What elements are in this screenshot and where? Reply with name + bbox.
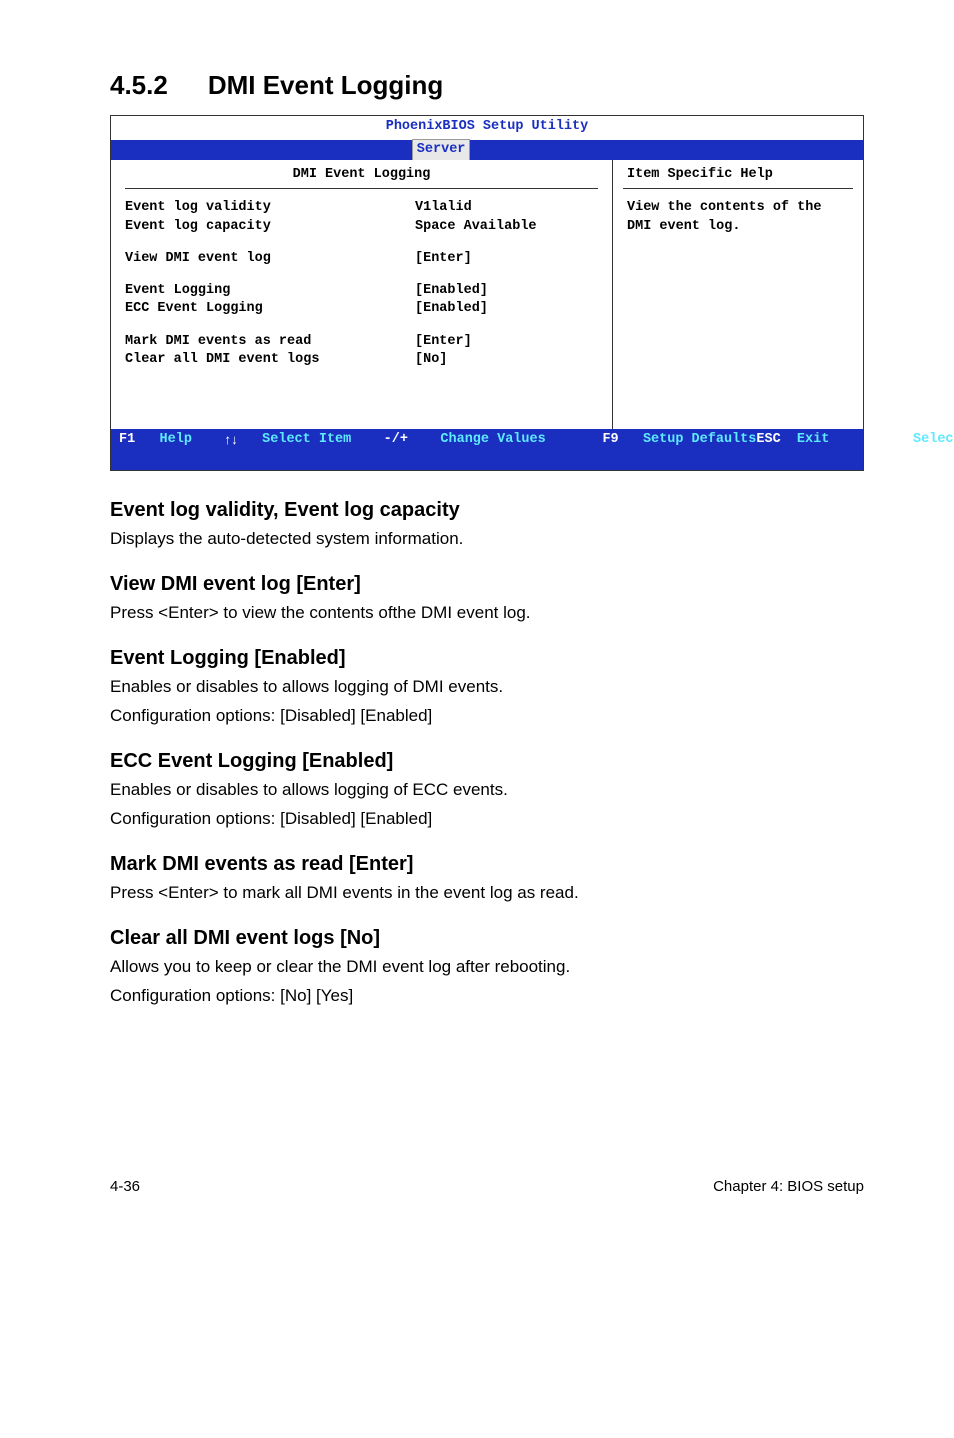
body-text: Configuration options: [No] [Yes] xyxy=(110,985,864,1008)
bios-row[interactable]: View DMI event log [Enter] xyxy=(125,250,598,268)
body-text: Enables or disables to allows logging of… xyxy=(110,676,864,699)
bios-label: Event Logging xyxy=(125,282,415,300)
key-exit: Exit xyxy=(797,431,829,467)
bios-row: Event log validity V1lalid xyxy=(125,199,598,217)
body-text: Configuration options: [Disabled] [Enabl… xyxy=(110,808,864,831)
key-help: Help xyxy=(160,431,192,467)
bios-tab-bar: Server xyxy=(111,140,863,160)
bios-help-panel: Item Specific Help View the contents of … xyxy=(613,160,863,429)
page-footer: 4-36 Chapter 4: BIOS setup xyxy=(110,1178,864,1195)
subheading: Event log validity, Event log capacity xyxy=(110,499,864,522)
page-number: 4-36 xyxy=(110,1178,140,1195)
arrow-updown-icon: ↑↓ xyxy=(224,431,238,467)
body-text: Press <Enter> to view the contents ofthe… xyxy=(110,602,864,625)
bios-tab-server[interactable]: Server xyxy=(412,139,471,160)
key-setup-defaults: Setup Defaults xyxy=(643,431,756,467)
key-change-values: Change Values xyxy=(440,431,545,467)
bios-label: ECC Event Logging xyxy=(125,300,415,318)
body-text: Press <Enter> to mark all DMI events in … xyxy=(110,882,864,905)
bios-help-text: View the contents of the DMI event log. xyxy=(623,199,853,235)
key-esc: ESC xyxy=(756,431,780,467)
bios-value: V1lalid xyxy=(415,199,598,217)
bios-label: Mark DMI events as read xyxy=(125,333,415,351)
bios-help-title: Item Specific Help xyxy=(623,166,853,189)
arrow-leftright-icon: →← xyxy=(862,431,889,467)
section-number: 4.5.2 xyxy=(110,70,168,101)
subheading: Event Logging [Enabled] xyxy=(110,647,864,670)
subheading: ECC Event Logging [Enabled] xyxy=(110,750,864,773)
bios-value: Space Available xyxy=(415,218,598,236)
key-select-item: Select Item xyxy=(262,431,351,467)
bios-value: [No] xyxy=(415,351,598,369)
key-f1: F1 xyxy=(119,431,135,467)
bios-label: Event log validity xyxy=(125,199,415,217)
key-minusplus: -/+ xyxy=(384,431,408,467)
key-select-menu: Select Menu xyxy=(913,431,954,467)
bios-screenshot: PhoenixBIOS Setup Utility Server DMI Eve… xyxy=(110,115,864,471)
subheading: Clear all DMI event logs [No] xyxy=(110,927,864,950)
bios-panel-title: DMI Event Logging xyxy=(125,166,598,189)
subheading: View DMI event log [Enter] xyxy=(110,573,864,596)
body-text: Configuration options: [Disabled] [Enabl… xyxy=(110,705,864,728)
bios-value: [Enter] xyxy=(415,250,598,268)
key-f9: F9 xyxy=(602,431,618,467)
bios-label: Clear all DMI event logs xyxy=(125,351,415,369)
bios-value: [Enabled] xyxy=(415,282,598,300)
bios-row[interactable]: Clear all DMI event logs [No] xyxy=(125,351,598,369)
bios-row[interactable]: ECC Event Logging [Enabled] xyxy=(125,300,598,318)
bios-value: [Enter] xyxy=(415,333,598,351)
bios-main-panel: DMI Event Logging Event log validity V1l… xyxy=(111,160,613,429)
bios-label: View DMI event log xyxy=(125,250,415,268)
section-heading: 4.5.2 DMI Event Logging xyxy=(110,70,864,101)
bios-row[interactable]: Event Logging [Enabled] xyxy=(125,282,598,300)
bios-value: [Enabled] xyxy=(415,300,598,318)
bios-row[interactable]: Mark DMI events as read [Enter] xyxy=(125,333,598,351)
bios-utility-title: PhoenixBIOS Setup Utility xyxy=(111,116,863,140)
subheading: Mark DMI events as read [Enter] xyxy=(110,853,864,876)
body-text: Allows you to keep or clear the DMI even… xyxy=(110,956,864,979)
body-text: Displays the auto-detected system inform… xyxy=(110,528,864,551)
section-title: DMI Event Logging xyxy=(208,70,443,100)
bios-row: Event log capacity Space Available xyxy=(125,218,598,236)
body-text: Enables or disables to allows logging of… xyxy=(110,779,864,802)
chapter-label: Chapter 4: BIOS setup xyxy=(713,1178,864,1195)
bios-key-footer: F1 Help ↑↓ Select Item -/+ Change Values… xyxy=(111,429,863,470)
bios-label: Event log capacity xyxy=(125,218,415,236)
